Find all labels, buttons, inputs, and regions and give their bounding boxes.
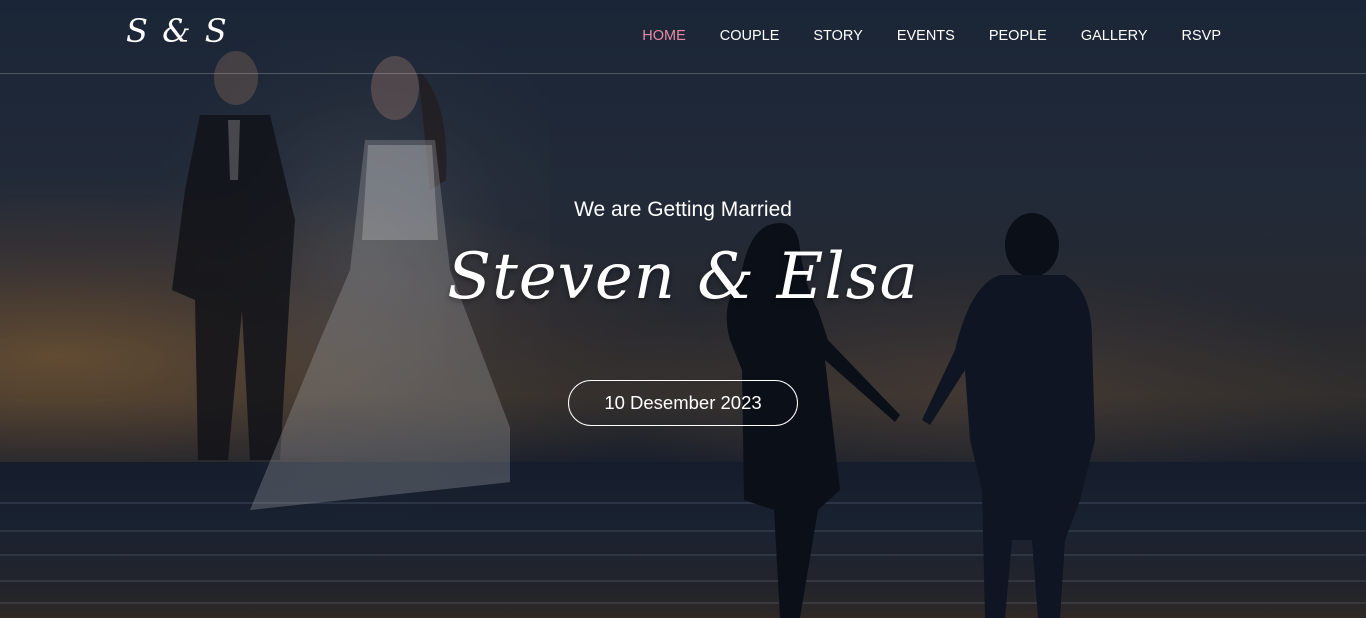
couple-names: Steven & Elsa bbox=[447, 240, 919, 314]
hero-section: S & S HOME COUPLE STORY EVENTS PEOPLE GA… bbox=[0, 0, 1366, 618]
nav-couple[interactable]: COUPLE bbox=[703, 26, 797, 46]
top-navbar: S & S HOME COUPLE STORY EVENTS PEOPLE GA… bbox=[0, 0, 1366, 74]
nav-story[interactable]: STORY bbox=[796, 26, 879, 46]
nav-rsvp[interactable]: RSVP bbox=[1165, 26, 1239, 46]
nav-home[interactable]: HOME bbox=[625, 26, 703, 46]
nav-gallery[interactable]: GALLERY bbox=[1064, 26, 1165, 46]
site-logo[interactable]: S & S bbox=[126, 12, 229, 50]
nav-people[interactable]: PEOPLE bbox=[972, 26, 1064, 46]
wedding-date-button[interactable]: 10 Desember 2023 bbox=[568, 380, 798, 426]
main-nav: HOME COUPLE STORY EVENTS PEOPLE GALLERY … bbox=[625, 26, 1238, 46]
hero-tagline: We are Getting Married bbox=[574, 198, 792, 221]
nav-events[interactable]: EVENTS bbox=[880, 26, 972, 46]
